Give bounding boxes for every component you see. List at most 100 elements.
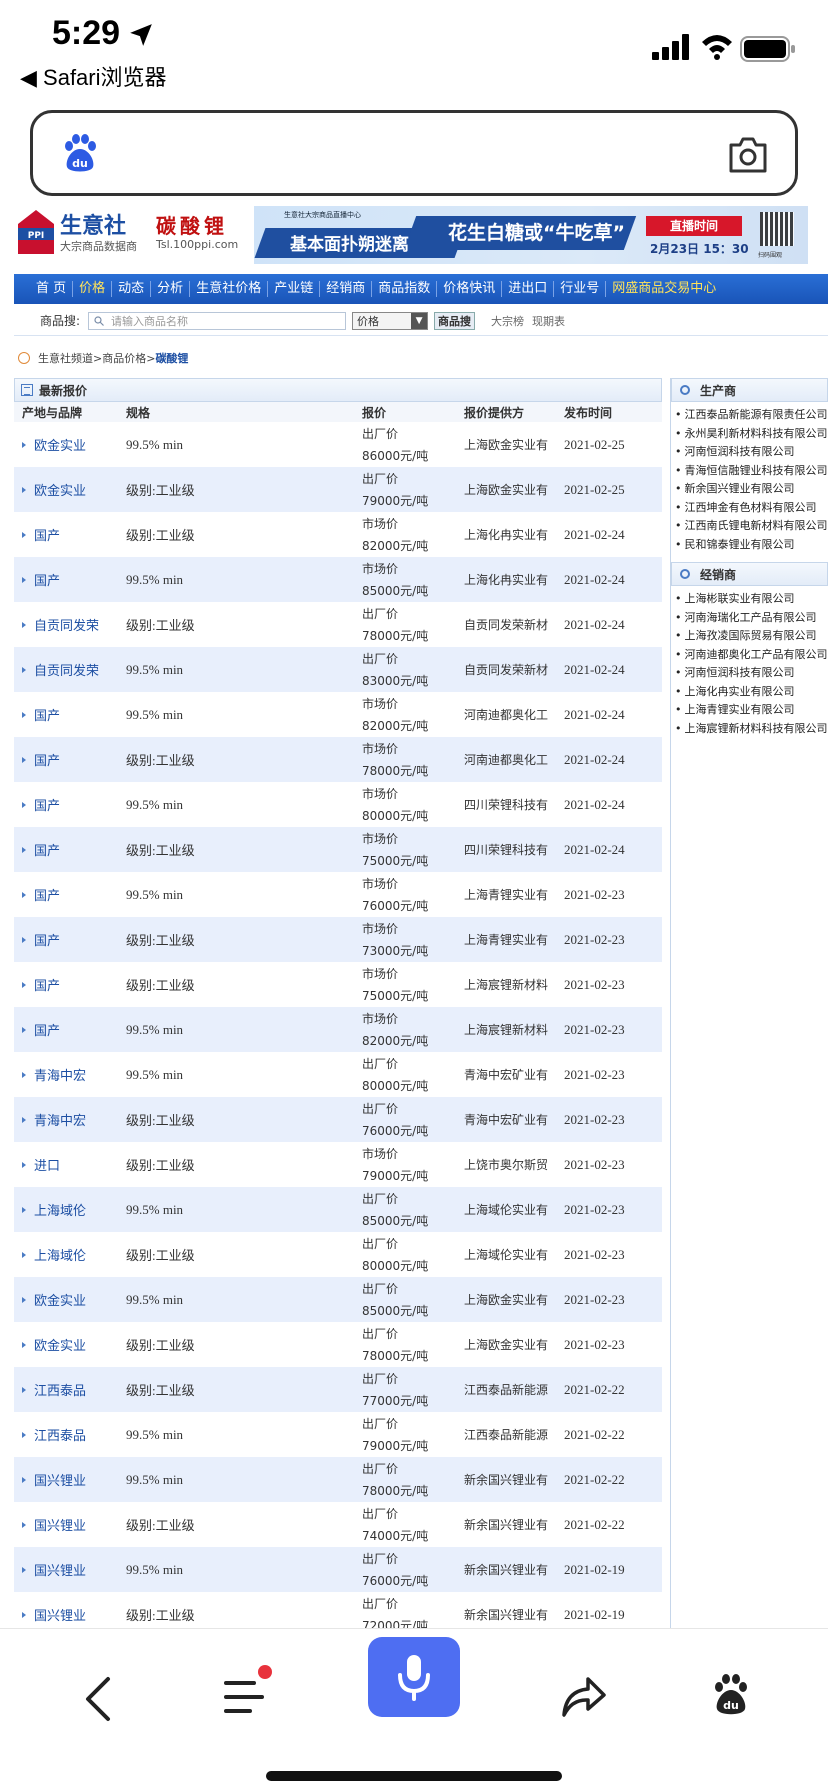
battery-icon	[740, 36, 795, 62]
origin-brand-link[interactable]: 欧金实业	[14, 480, 126, 499]
origin-brand-link[interactable]: 上海域伦	[14, 1245, 126, 1264]
origin-brand-link[interactable]: 青海中宏	[14, 1065, 126, 1084]
producer-link[interactable]: 河南恒润科技有限公司	[675, 443, 828, 462]
origin-brand-link[interactable]: 国兴锂业	[14, 1515, 126, 1534]
origin-brand-link[interactable]: 国产	[14, 570, 126, 589]
nav-trading-center[interactable]: 网盛商品交易中心	[606, 281, 722, 297]
dealer-link[interactable]: 上海青锂实业有限公司	[675, 701, 828, 720]
dealer-link[interactable]: 上海彬联实业有限公司	[675, 590, 828, 609]
table-row: 国产 级别:工业级 市场价 78000元/吨 河南迪都奥化工 2021-02-24	[14, 737, 662, 782]
date-cell: 2021-02-25	[564, 481, 625, 497]
link-spot-futures[interactable]: 现期表	[532, 313, 565, 329]
site-brand[interactable]: 生意社	[60, 208, 126, 240]
origin-brand-link[interactable]: 国产	[14, 525, 126, 544]
producer-link[interactable]: 民和锦泰锂业有限公司	[675, 536, 828, 555]
dealer-link[interactable]: 河南迪都奥化工产品有限公司	[675, 646, 828, 665]
share-icon[interactable]	[560, 1675, 606, 1719]
origin-brand-link[interactable]: 青海中宏	[14, 1110, 126, 1129]
dealer-link[interactable]: 上海孜凌国际贸易有限公司	[675, 627, 828, 646]
origin-brand-link[interactable]: 自贡同发荣	[14, 615, 126, 634]
origin-brand-link[interactable]: 江西泰品	[14, 1425, 126, 1444]
ppi-logo-icon[interactable]: PPI	[18, 210, 54, 254]
origin-brand-link[interactable]: 欧金实业	[14, 1290, 126, 1309]
baidu-paw-icon[interactable]: du	[710, 1673, 752, 1717]
origin-brand-link[interactable]: 国兴锂业	[14, 1605, 126, 1624]
origin-brand-link[interactable]: 国产	[14, 705, 126, 724]
origin-brand-link[interactable]: 国产	[14, 795, 126, 814]
origin-brand-link[interactable]: 国兴锂业	[14, 1470, 126, 1489]
origin-brand-link[interactable]: 上海域伦	[14, 1200, 126, 1219]
price-value: 80000元/吨	[362, 1078, 429, 1093]
provider-cell: 上海化冉实业有	[464, 573, 549, 587]
baidu-paw-icon[interactable]: du	[59, 133, 101, 175]
dealer-link[interactable]: 上海化冉实业有限公司	[675, 683, 828, 702]
nav-dealers[interactable]: 经销商	[320, 281, 373, 297]
origin-brand-link[interactable]: 自贡同发荣	[14, 660, 126, 679]
price-type: 市场价	[362, 741, 399, 756]
origin-brand-link[interactable]: 国产	[14, 840, 126, 859]
breadcrumb-channel[interactable]: 生意社频道	[38, 350, 93, 366]
nav-commodity-index[interactable]: 商品指数	[372, 281, 438, 297]
origin-brand-link[interactable]: 欧金实业	[14, 1335, 126, 1354]
home-indicator[interactable]	[266, 1771, 562, 1781]
origin-brand-text: 欧金实业	[34, 1294, 87, 1309]
banner-date: 2月23日 15：30	[650, 242, 749, 256]
price-type: 出厂价	[362, 426, 399, 441]
origin-brand-link[interactable]: 江西泰品	[14, 1380, 126, 1399]
commodity-search-input[interactable]: 请输入商品名称	[88, 311, 347, 330]
producer-link[interactable]: 新余国兴锂业有限公司	[675, 480, 828, 499]
origin-brand-link[interactable]: 国产	[14, 975, 126, 994]
menu-icon[interactable]	[224, 1679, 264, 1715]
nav-price-flash[interactable]: 价格快讯	[437, 281, 503, 297]
dealer-link[interactable]: 上海宸锂新材料科技有限公司	[675, 720, 828, 739]
nav-industry-account[interactable]: 行业号	[554, 281, 607, 297]
producer-link[interactable]: 永州昊利新材料科技有限公司	[675, 425, 828, 444]
browser-search-box[interactable]: du	[30, 110, 798, 196]
origin-brand-link[interactable]: 国产	[14, 1020, 126, 1039]
breadcrumb-current[interactable]: 碳酸锂	[155, 350, 188, 366]
breadcrumb-price[interactable]: 商品价格	[102, 350, 146, 366]
search-submit-button[interactable]: 商品搜	[434, 311, 476, 330]
dealer-link[interactable]: 河南海瑞化工产品有限公司	[675, 609, 828, 628]
origin-brand-link[interactable]: 国兴锂业	[14, 1560, 126, 1579]
producer-link[interactable]: 江西泰品新能源有限责任公司	[675, 406, 828, 425]
nav-ppi-price[interactable]: 生意社价格	[190, 281, 269, 297]
search-type-select[interactable]: 价格 ▼	[352, 311, 429, 330]
table-row: 国产 99.5% min 市场价 76000元/吨 上海青锂实业有 2021-02-23	[14, 872, 662, 917]
breadcrumb-icon	[18, 352, 30, 364]
nav-import-export[interactable]: 进出口	[502, 281, 555, 297]
livestream-banner[interactable]: 生意社大宗商品直播中心 基本面扑朔迷离 花生白糖或“牛吃草” 直播时间 2月23…	[254, 206, 808, 264]
producers-title: 生产商	[700, 383, 737, 398]
origin-brand-link[interactable]: 国产	[14, 930, 126, 949]
origin-brand-text: 青海中宏	[34, 1114, 87, 1129]
origin-brand-link[interactable]: 进口	[14, 1155, 126, 1174]
nav-industry-chain[interactable]: 产业链	[268, 281, 321, 297]
producer-link[interactable]: 江西坤金有色材料有限公司	[675, 499, 828, 518]
camera-icon[interactable]	[727, 135, 769, 175]
price-value: 82000元/吨	[362, 538, 429, 553]
price-type: 出厂价	[362, 606, 399, 621]
dealer-link[interactable]: 河南恒润科技有限公司	[675, 664, 828, 683]
origin-brand-link[interactable]: 国产	[14, 750, 126, 769]
origin-brand-link[interactable]: 国产	[14, 885, 126, 904]
price-value: 77000元/吨	[362, 1393, 429, 1408]
nav-price[interactable]: 价格	[73, 281, 113, 297]
spec-cell: 级别:工业级	[126, 618, 195, 633]
provider-cell: 四川荣锂科技有	[464, 843, 549, 857]
nav-analysis[interactable]: 分析	[151, 281, 191, 297]
voice-search-button[interactable]	[368, 1637, 460, 1717]
provider-cell: 青海中宏矿业有	[464, 1113, 549, 1127]
nav-news[interactable]: 动态	[112, 281, 152, 297]
price-value: 75000元/吨	[362, 853, 429, 868]
back-to-safari-link[interactable]: ◀ Safari浏览器	[20, 60, 167, 92]
provider-cell: 上饶市奥尔斯贸	[464, 1158, 549, 1172]
back-chevron-icon[interactable]	[78, 1675, 118, 1723]
producer-link[interactable]: 青海恒信融锂业科技有限公司	[675, 462, 828, 481]
table-row: 欧金实业 99.5% min 出厂价 86000元/吨 上海欧金实业有 2021-02-2…	[14, 422, 662, 467]
nav-home[interactable]: 首 页	[30, 281, 74, 297]
producer-link[interactable]: 江西南氏锂电新材料有限公司	[675, 517, 828, 536]
price-type: 出厂价	[362, 1326, 399, 1341]
date-cell: 2021-02-24	[564, 526, 625, 542]
origin-brand-link[interactable]: 欧金实业	[14, 435, 126, 454]
link-bulk-ranking[interactable]: 大宗榜	[491, 313, 524, 329]
